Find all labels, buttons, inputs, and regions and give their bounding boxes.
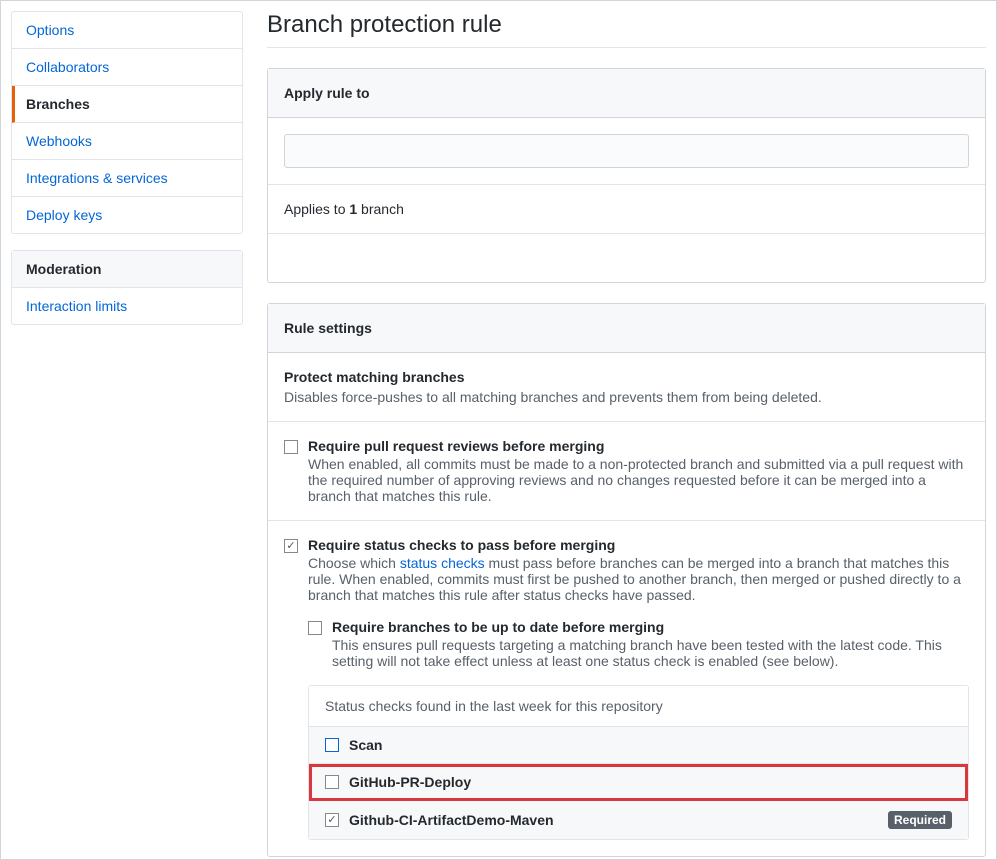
label-require-pr-reviews: Require pull request reviews before merg… [308,438,969,454]
protect-title: Protect matching branches [284,369,969,385]
applies-to-row: Applies to 1 branch [268,184,985,234]
desc-require-uptodate: This ensures pull requests targeting a m… [332,637,969,669]
checkbox-scan[interactable] [325,738,339,752]
page-title: Branch protection rule [267,11,986,48]
sidebar-header-moderation: Moderation [12,251,242,288]
apply-rule-box: Apply rule to Applies to 1 branch [267,68,986,283]
desc-require-pr-reviews: When enabled, all commits must be made t… [308,456,969,504]
checkbox-require-pr-reviews[interactable] [284,440,298,454]
main-content: Branch protection rule Apply rule to App… [243,11,986,849]
settings-sidebar: Options Collaborators Branches Webhooks … [11,11,243,849]
link-status-checks[interactable]: status checks [400,555,485,571]
desc-require-status-checks: Choose which status checks must pass bef… [308,555,969,603]
protect-section: Protect matching branches Disables force… [268,353,985,422]
sidebar-menu-moderation: Moderation Interaction limits [11,250,243,325]
sidebar-item-collaborators[interactable]: Collaborators [12,49,242,86]
status-check-name: Scan [349,737,952,753]
rule-settings-header: Rule settings [268,304,985,353]
required-badge: Required [888,811,952,829]
status-check-name: GitHub-PR-Deploy [349,774,952,790]
apply-rule-header: Apply rule to [268,69,985,118]
label-require-status-checks: Require status checks to pass before mer… [308,537,969,553]
status-check-pr-deploy[interactable]: GitHub-PR-Deploy [309,764,968,801]
sidebar-item-webhooks[interactable]: Webhooks [12,123,242,160]
apply-rule-input[interactable] [284,134,969,168]
checkbox-ci-artifact[interactable] [325,813,339,827]
spacer [268,234,985,282]
sidebar-item-interaction-limits[interactable]: Interaction limits [12,288,242,324]
protect-desc: Disables force-pushes to all matching br… [284,389,969,405]
rule-settings-box: Rule settings Protect matching branches … [267,303,986,857]
checkbox-require-uptodate[interactable] [308,621,322,635]
status-checks-header: Status checks found in the last week for… [309,686,968,727]
checkbox-require-status-checks[interactable] [284,539,298,553]
status-check-scan[interactable]: Scan [309,727,968,764]
sidebar-item-options[interactable]: Options [12,12,242,49]
sidebar-item-branches[interactable]: Branches [12,86,242,123]
rule-require-uptodate: Require branches to be up to date before… [308,619,969,669]
status-check-name: Github-CI-ArtifactDemo-Maven [349,812,888,828]
sidebar-menu-main: Options Collaborators Branches Webhooks … [11,11,243,234]
label-require-uptodate: Require branches to be up to date before… [332,619,969,635]
rule-require-pr-reviews: Require pull request reviews before merg… [268,422,985,521]
checkbox-pr-deploy[interactable] [325,775,339,789]
status-checks-list: Status checks found in the last week for… [308,685,969,840]
sidebar-item-integrations[interactable]: Integrations & services [12,160,242,197]
rule-require-status-checks: Require status checks to pass before mer… [268,521,985,856]
sidebar-item-deploy-keys[interactable]: Deploy keys [12,197,242,233]
status-check-ci-artifact[interactable]: Github-CI-ArtifactDemo-Maven Required [309,801,968,839]
